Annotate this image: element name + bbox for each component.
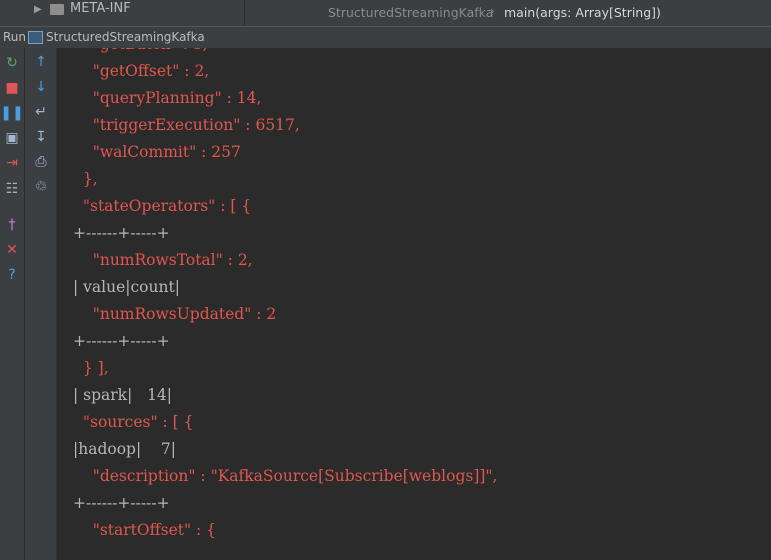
console-line: "startOffset" : { <box>73 521 217 539</box>
console-line: | spark| 14| <box>73 386 173 404</box>
run-config-tab[interactable]: StructuredStreamingKafka <box>46 30 205 44</box>
run-config-icon <box>28 31 43 44</box>
breadcrumb-method[interactable]: main(args: Array[String]) <box>504 5 661 20</box>
console-line: }, <box>73 170 98 188</box>
console-line: "getOffset" : 2, <box>73 62 210 80</box>
expand-arrow-icon[interactable]: ▶ <box>34 4 42 15</box>
console-line: +------+-----+ <box>73 494 170 512</box>
console-output[interactable]: "getBatch" : 3, "getOffset" : 2, "queryP… <box>57 48 771 560</box>
console-line: "walCommit" : 257 <box>73 143 241 161</box>
console-line: | value|count| <box>73 278 180 296</box>
console-line: "description" : "KafkaSource[Subscribe[w… <box>73 467 498 485</box>
console-line: |hadoop| 7| <box>73 440 176 458</box>
close-icon[interactable]: ✕ <box>3 241 21 259</box>
console-line: "queryPlanning" : 14, <box>73 89 262 107</box>
run-toolbar-primary: ↻ ■ ❚❚ ▣ ⇥ ☷ † ✕? <box>0 48 25 560</box>
pause-icon[interactable]: ❚❚ <box>0 104 23 122</box>
stop-icon[interactable]: ■ <box>3 79 21 97</box>
run-toolbar-secondary: ↑ ↓ ↵ ↧ ⎙ ♲ <box>25 48 57 560</box>
breadcrumb-class[interactable]: StructuredStreamingKafka <box>328 5 493 20</box>
clear-all-icon[interactable]: ♲ <box>32 178 50 196</box>
console-line: +------+-----+ <box>73 332 170 350</box>
print-icon[interactable]: ⎙ <box>32 153 50 171</box>
console-line: "triggerExecution" : 6517, <box>73 116 300 134</box>
console-line: "numRowsUpdated" : 2 <box>73 305 277 323</box>
console-line: "sources" : [ { <box>73 413 194 431</box>
pin-icon[interactable]: † <box>3 216 21 234</box>
run-tool-window-header: Run StructuredStreamingKafka <box>0 26 771 50</box>
tree-item-meta-inf[interactable]: META-INF <box>70 1 131 16</box>
scroll-up-icon[interactable]: ↑ <box>32 53 50 71</box>
console-line: "getBatch" : 3, <box>73 48 208 54</box>
help-icon[interactable]: ? <box>3 266 21 284</box>
dump-threads-icon[interactable]: ▣ <box>3 129 21 147</box>
soft-wrap-icon[interactable]: ↵ <box>32 103 50 121</box>
scroll-to-end-icon[interactable]: ↧ <box>32 128 50 146</box>
console-line: +------+-----+ <box>73 224 170 242</box>
scroll-down-icon[interactable]: ↓ <box>32 78 50 96</box>
project-tree-panel: ▶ META-INF <box>0 0 245 26</box>
console-line: "numRowsTotal" : 2, <box>73 251 253 269</box>
breadcrumb-separator-icon: › <box>490 4 495 18</box>
console-line: "stateOperators" : [ { <box>73 197 252 215</box>
rerun-icon[interactable]: ↻ <box>3 54 21 72</box>
run-label: Run <box>3 30 27 44</box>
layout-icon[interactable]: ☷ <box>3 180 21 198</box>
exit-icon[interactable]: ⇥ <box>3 154 21 172</box>
console-line: } ], <box>73 359 109 377</box>
folder-icon <box>50 4 64 15</box>
editor-top-bar: ▶ META-INF StructuredStreamingKafka › ma… <box>0 0 771 26</box>
